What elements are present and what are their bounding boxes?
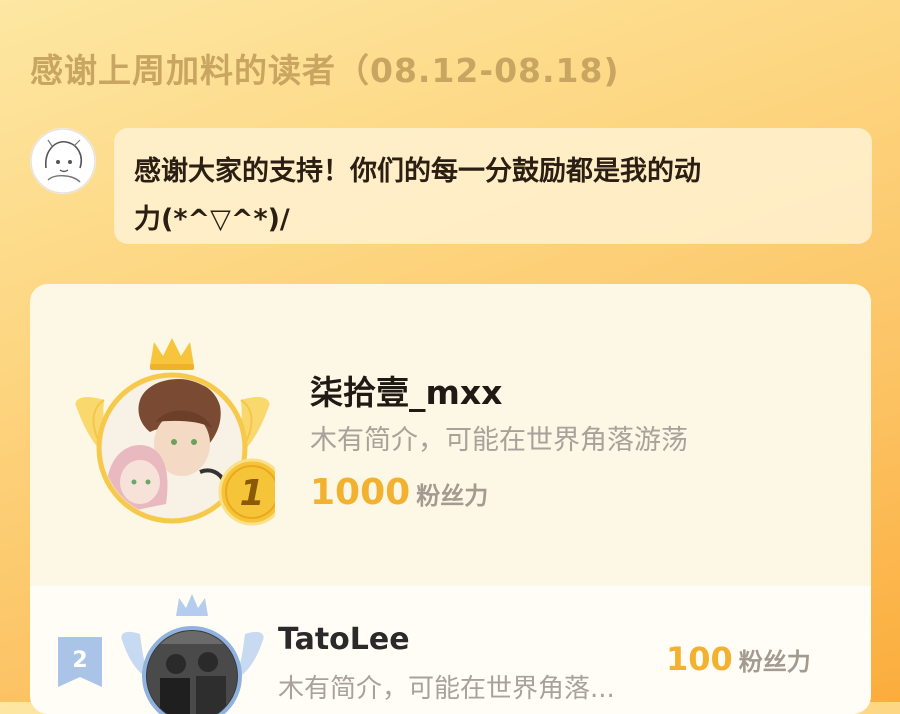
rank-1-number: 1	[239, 473, 264, 514]
rank-1-name[interactable]: 柒拾壹_mxx	[310, 366, 502, 414]
rank-2-score-unit: 粉丝力	[738, 648, 811, 676]
crown-icon	[150, 338, 194, 370]
rank-2-name[interactable]: TatoLee	[278, 622, 410, 657]
rank-1-score: 1000 粉丝力	[310, 472, 488, 513]
rank-1-bio: 木有简介，可能在世界角落游荡	[310, 425, 688, 456]
author-message: 感谢大家的支持！你们的每一分鼓励都是我的动 力(*^▽^*)/	[114, 128, 872, 244]
rank-2-number: 2	[72, 648, 87, 673]
rank-1-score-unit: 粉丝力	[416, 482, 489, 510]
rank-1-avatar-badge[interactable]: 1	[70, 336, 275, 536]
crown-icon	[176, 594, 208, 616]
rank-2-score: 100 粉丝力	[666, 640, 811, 678]
author-message-line2: 力(*^▽^*)/	[134, 204, 290, 235]
ranking-card: 1 柒拾壹_mxx 木有简介，可能在世界角落游荡 1000 粉丝力 2 Tato…	[30, 284, 871, 714]
rank-2-avatar-badge[interactable]	[120, 594, 265, 714]
rank-2-tag: 2	[58, 637, 102, 687]
rank-1-row[interactable]: 1 柒拾壹_mxx 木有简介，可能在世界角落游荡 1000 粉丝力	[30, 284, 871, 586]
author-message-line1: 感谢大家的支持！你们的每一分鼓励都是我的动	[134, 156, 701, 187]
rank-2-bio: 木有简介，可能在世界角落...	[278, 674, 615, 704]
rank-1-score-value: 1000	[310, 472, 411, 513]
page-title: 感谢上周加料的读者（08.12-08.18)	[30, 51, 620, 90]
author-avatar[interactable]	[30, 128, 96, 194]
rank-2-score-value: 100	[666, 640, 733, 678]
